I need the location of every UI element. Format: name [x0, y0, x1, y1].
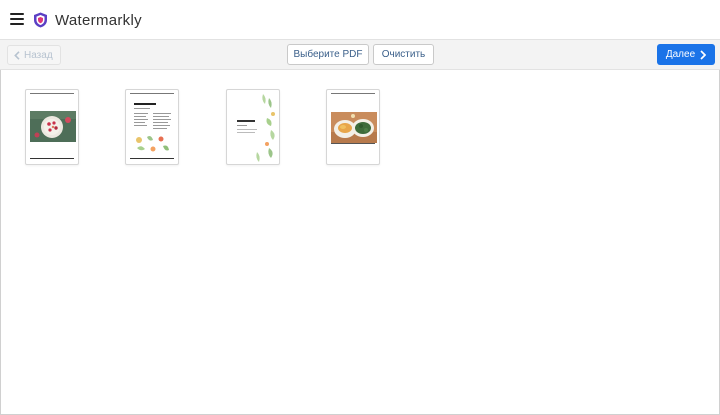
chevron-left-icon: [14, 50, 20, 60]
pdf-page-thumbnail-1[interactable]: [25, 89, 79, 165]
next-button[interactable]: Далее: [657, 44, 715, 65]
pdf-page-thumbnail-3[interactable]: [226, 89, 280, 165]
fruit-bowl-photo: [30, 111, 76, 142]
shield-icon: [34, 12, 47, 28]
next-label: Далее: [665, 49, 696, 60]
page-header-line: [331, 93, 375, 94]
page-footer-line: [130, 158, 174, 159]
back-button[interactable]: Назад: [7, 45, 61, 65]
select-pdf-label: Выберите PDF: [293, 49, 363, 60]
pdf-page-thumbnail-2[interactable]: [125, 89, 179, 165]
vegetable-illustrations: [136, 136, 169, 152]
clear-label: Очистить: [381, 49, 426, 60]
toolbar: Назад Выберите PDF Очистить Далее: [0, 39, 720, 70]
chevron-right-icon: [700, 49, 707, 60]
page-title-text: [237, 120, 255, 122]
back-button-label: Назад: [24, 49, 53, 61]
page-heading: [134, 103, 156, 105]
pdf-page-thumbnail-4[interactable]: [326, 89, 380, 165]
page-footer-line: [30, 158, 74, 159]
app-title: Watermarkly: [55, 12, 142, 29]
page-footer-line: [331, 143, 375, 144]
hamburger-menu-icon[interactable]: [10, 13, 24, 25]
food-plates-photo: [331, 112, 377, 143]
herb-illustrations: [256, 94, 275, 162]
page-header-line: [130, 93, 174, 94]
page-header-line: [30, 93, 74, 94]
app-header: Watermarkly: [0, 0, 720, 40]
select-pdf-button[interactable]: Выберите PDF: [287, 44, 369, 65]
clear-button[interactable]: Очистить: [373, 44, 434, 65]
